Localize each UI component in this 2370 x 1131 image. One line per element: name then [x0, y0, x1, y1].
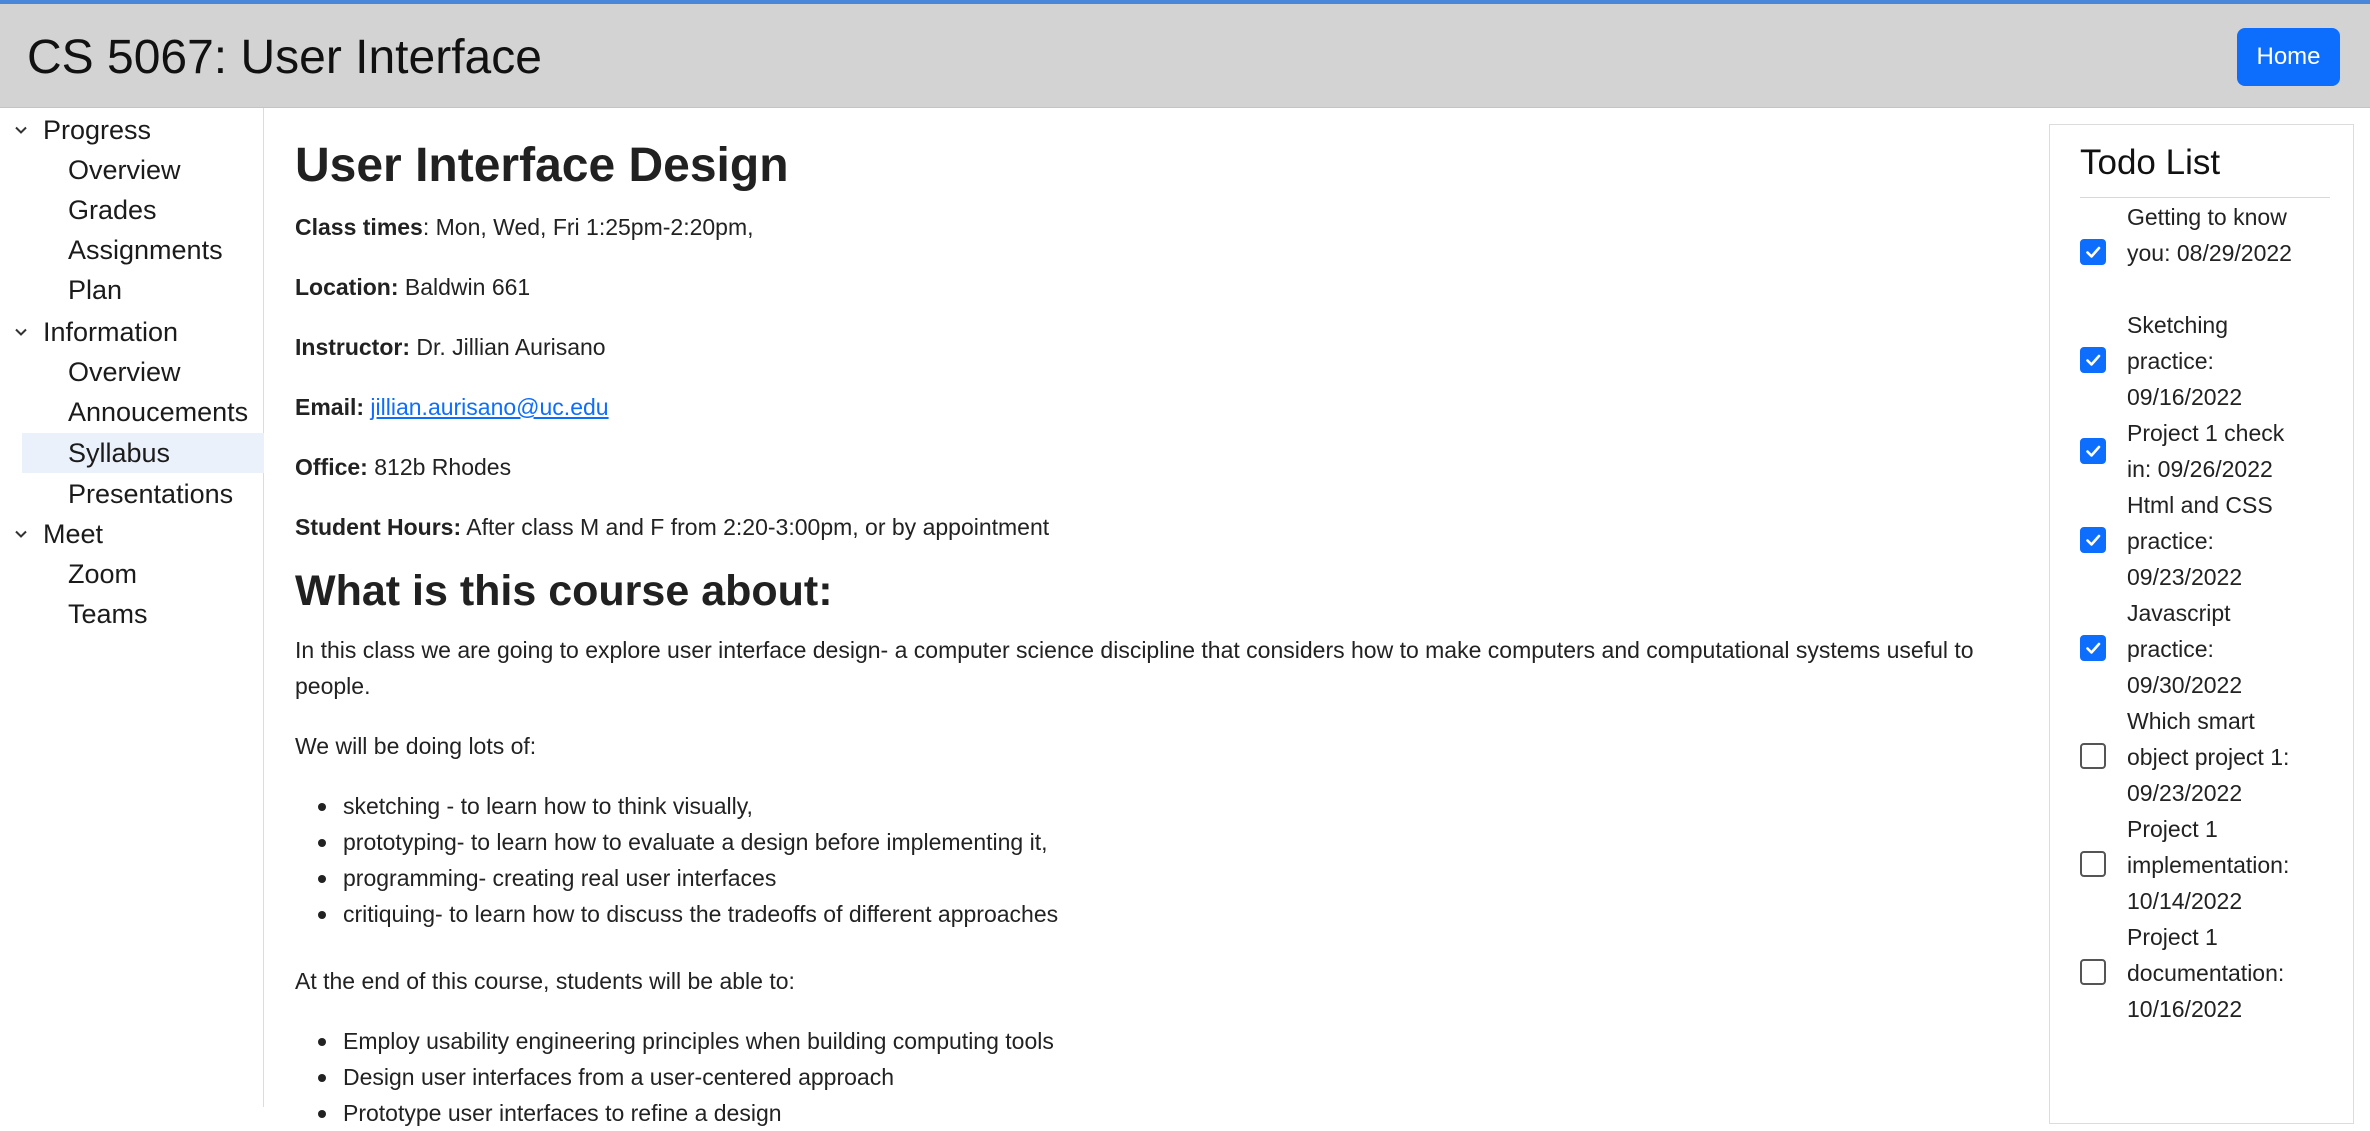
- todo-text: Javascript practice: 09/30/2022: [2127, 600, 2243, 698]
- list-item: Employ usability engineering principles …: [295, 1023, 1054, 1059]
- list-item: programming- creating real user interfac…: [295, 860, 1058, 896]
- todo-text: Html and CSS practice: 09/23/2022: [2127, 492, 2273, 590]
- office-value: 812b Rhodes: [367, 454, 512, 480]
- todo-item: Html and CSS practice: 09/23/2022: [2080, 487, 2340, 595]
- instructor-line: Instructor: Dr. Jillian Aurisano: [295, 331, 606, 363]
- instructor-label: Instructor:: [295, 334, 410, 360]
- student-hours-label: Student Hours:: [295, 514, 462, 540]
- doing-list: sketching - to learn how to think visual…: [295, 788, 1058, 932]
- page-title: CS 5067: User Interface: [27, 31, 542, 84]
- todo-item: Getting to know you: 08/29/2022: [2080, 199, 2340, 307]
- sidebar-item-info-overview[interactable]: Overview: [22, 352, 264, 392]
- todo-text: Sketching practice: 09/16/2022: [2127, 312, 2243, 410]
- todo-checkbox[interactable]: [2080, 851, 2106, 877]
- todo-checkbox[interactable]: [2080, 527, 2106, 553]
- todo-text: Getting to know you: 08/29/2022: [2127, 204, 2292, 266]
- todo-checkbox[interactable]: [2080, 347, 2106, 373]
- todo-divider: [2080, 197, 2330, 198]
- todo-checkbox[interactable]: [2080, 239, 2106, 265]
- todo-item: Which smart object project 1: 09/23/2022: [2080, 703, 2340, 811]
- location-line: Location: Baldwin 661: [295, 271, 530, 303]
- content-title: User Interface Design: [295, 139, 789, 192]
- todo-checkbox[interactable]: [2080, 635, 2106, 661]
- todo-title: Todo List: [2080, 143, 2221, 182]
- location-label: Location:: [295, 274, 399, 300]
- list-item: prototyping- to learn how to evaluate a …: [295, 824, 1058, 860]
- sidebar-nav: Progress Overview Grades Assignments Pla…: [0, 108, 264, 1107]
- todo-checkbox[interactable]: [2080, 438, 2106, 464]
- class-times-label: Class times: [295, 214, 423, 240]
- sidebar-item-syllabus[interactable]: Syllabus: [22, 433, 264, 473]
- student-hours-line: Student Hours: After class M and F from …: [295, 511, 1049, 543]
- office-label: Office:: [295, 454, 368, 480]
- about-paragraph: In this class we are going to explore us…: [295, 637, 1974, 699]
- todo-checkbox[interactable]: [2080, 743, 2106, 769]
- todo-item: Sketching practice: 09/16/2022: [2080, 307, 2340, 415]
- chevron-down-icon: [10, 523, 32, 545]
- sidebar-item-announcements[interactable]: Annoucements: [22, 392, 264, 432]
- instructor-value: Dr. Jillian Aurisano: [410, 334, 606, 360]
- chevron-down-icon: [10, 321, 32, 343]
- todo-item: Project 1 check in: 09/26/2022: [2080, 415, 2340, 487]
- todo-panel: Todo List Getting to know you: 08/29/202…: [2049, 124, 2354, 1124]
- tree-group-label: Meet: [43, 518, 104, 549]
- sidebar-item-overview[interactable]: Overview: [22, 150, 264, 190]
- list-item: critiquing- to learn how to discuss the …: [295, 896, 1058, 932]
- list-item: Design user interfaces from a user-cente…: [295, 1059, 1054, 1095]
- app-header: CS 5067: User Interface Home: [0, 4, 2370, 108]
- outcomes-list: Employ usability engineering principles …: [295, 1023, 1054, 1131]
- class-times-value: : Mon, Wed, Fri 1:25pm-2:20pm,: [422, 214, 754, 240]
- list-item: sketching - to learn how to think visual…: [295, 788, 1058, 824]
- todo-text: Which smart object project 1: 09/23/2022: [2127, 708, 2290, 806]
- email-link[interactable]: jillian.aurisano@uc.edu: [370, 394, 608, 420]
- tree-group-label: Progress: [43, 114, 152, 145]
- todo-item: Project 1 documentation: 10/16/2022: [2080, 919, 2340, 1027]
- doing-intro: We will be doing lots of:: [295, 733, 537, 759]
- email-label: Email:: [295, 394, 365, 420]
- sidebar-item-presentations[interactable]: Presentations: [22, 474, 264, 514]
- student-hours-value: After class M and F from 2:20-3:00pm, or…: [461, 514, 1050, 540]
- class-times-line: Class times: Mon, Wed, Fri 1:25pm-2:20pm…: [295, 211, 754, 243]
- tree-group-progress[interactable]: Progress: [10, 110, 262, 150]
- todo-checkbox[interactable]: [2080, 959, 2106, 985]
- about-heading: What is this course about:: [295, 567, 833, 615]
- chevron-down-icon: [10, 119, 32, 141]
- email-line: Email: jillian.aurisano@uc.edu: [295, 391, 609, 423]
- location-value: Baldwin 661: [398, 274, 531, 300]
- sidebar-item-grades[interactable]: Grades: [22, 190, 264, 230]
- outcomes-intro: At the end of this course, students will…: [295, 968, 795, 994]
- todo-item: Javascript practice: 09/30/2022: [2080, 595, 2340, 703]
- sidebar-item-teams[interactable]: Teams: [22, 594, 264, 634]
- todo-text: Project 1 check in: 09/26/2022: [2127, 420, 2285, 482]
- tree-group-meet[interactable]: Meet: [10, 514, 262, 554]
- list-item: Prototype user interfaces to refine a de…: [295, 1095, 1054, 1131]
- sidebar-item-assignments[interactable]: Assignments: [22, 230, 264, 270]
- sidebar-item-zoom[interactable]: Zoom: [22, 554, 264, 594]
- todo-text: Project 1 implementation: 10/14/2022: [2127, 816, 2290, 914]
- tree-group-information[interactable]: Information: [10, 312, 262, 352]
- tree-group-label: Information: [43, 316, 179, 347]
- todo-text: Project 1 documentation: 10/16/2022: [2127, 924, 2285, 1022]
- home-button[interactable]: Home: [2237, 28, 2340, 86]
- sidebar-item-plan[interactable]: Plan: [22, 270, 264, 310]
- office-line: Office: 812b Rhodes: [295, 451, 511, 483]
- todo-item: Project 1 implementation: 10/14/2022: [2080, 811, 2340, 919]
